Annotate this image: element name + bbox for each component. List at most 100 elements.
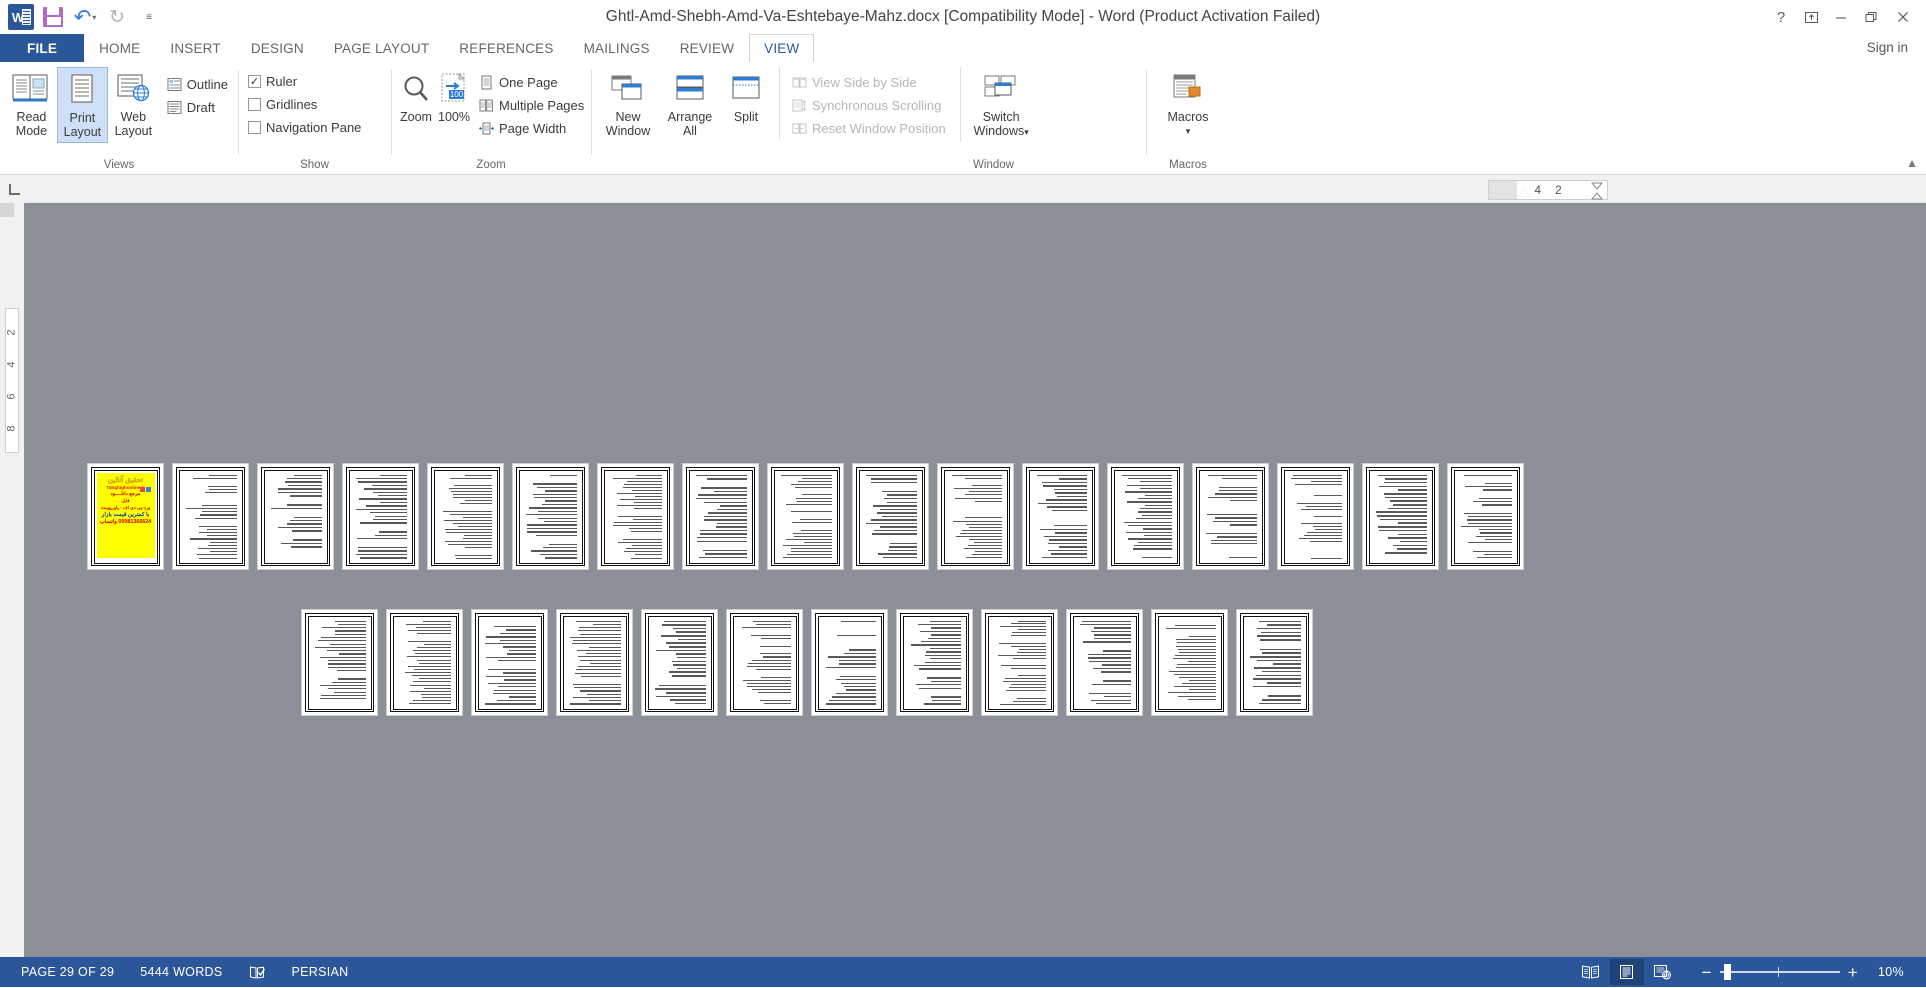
redo-icon[interactable]: ↻ [102, 3, 132, 31]
right-indent-marker[interactable] [1589, 182, 1605, 200]
close-icon[interactable] [1886, 2, 1920, 32]
page-thumbnail[interactable] [726, 609, 803, 716]
ruler-checkbox-box[interactable]: ✓ [248, 75, 261, 88]
page-thumbnail[interactable] [597, 463, 674, 570]
zoom-out-button[interactable]: − [1694, 964, 1720, 981]
save-icon[interactable] [38, 3, 68, 31]
page-thumbnail[interactable] [1022, 463, 1099, 570]
page-thumbnail[interactable] [556, 609, 633, 716]
page-thumbnail[interactable] [1447, 463, 1524, 570]
zoom-slider-handle[interactable] [1723, 964, 1731, 980]
switch-windows-button[interactable]: Switch Windows▾ [959, 67, 1038, 142]
page-thumbnail[interactable] [427, 463, 504, 570]
page-thumbnail-advertisement[interactable]: تحقیق آنلاین Tahghighonline.ir مرجع دانلــ… [87, 463, 164, 570]
sign-in-button[interactable]: Sign in [1857, 34, 1926, 62]
left-indent-marker[interactable] [1517, 189, 1531, 198]
tab-page-layout[interactable]: PAGE LAYOUT [319, 34, 444, 62]
page-thumbnail[interactable] [1192, 463, 1269, 570]
page-thumbnail[interactable] [386, 609, 463, 716]
collapse-ribbon-button[interactable]: ▲ [1906, 156, 1918, 170]
split-button[interactable]: Split [721, 67, 771, 127]
synchronous-scrolling-button[interactable]: Synchronous Scrolling [788, 94, 950, 117]
page-thumbnail[interactable] [1066, 609, 1143, 716]
macros-button[interactable]: Macros ▾ [1157, 67, 1219, 141]
page-width-button[interactable]: Page Width [475, 117, 588, 140]
page-indicator[interactable]: PAGE 29 OF 29 [8, 965, 127, 979]
zoom-100-button[interactable]: 100 100% [435, 67, 473, 127]
word-app-icon[interactable]: W [6, 3, 36, 31]
navigation-pane-checkbox[interactable]: Navigation Pane [244, 116, 365, 139]
undo-caret[interactable]: ▾ [92, 13, 96, 22]
page-thumbnail[interactable] [811, 609, 888, 716]
draft-button[interactable]: Draft [163, 96, 232, 119]
word-count[interactable]: 5444 WORDS [127, 965, 235, 979]
page-thumbnail[interactable] [1362, 463, 1439, 570]
page-thumbnail[interactable] [767, 463, 844, 570]
one-page-button[interactable]: One Page [475, 71, 588, 94]
customize-quick-access-icon[interactable]: ≡ [134, 3, 164, 31]
page-thumbnail[interactable] [641, 609, 718, 716]
zoom-in-button[interactable]: + [1840, 964, 1866, 981]
page-thumbnail[interactable] [1151, 609, 1228, 716]
web-layout-view-button[interactable] [1646, 959, 1680, 985]
multiple-pages-button[interactable]: Multiple Pages [475, 94, 588, 117]
tab-design[interactable]: DESIGN [236, 34, 319, 62]
document-canvas[interactable]: تحقیق آنلاین Tahghighonline.ir مرجع دانلــ… [24, 203, 1926, 957]
tab-mailings[interactable]: MAILINGS [569, 34, 665, 62]
gridlines-checkbox-box[interactable] [248, 98, 261, 111]
tab-view[interactable]: VIEW [749, 34, 815, 62]
page-thumbnail[interactable] [257, 463, 334, 570]
tab-home[interactable]: HOME [84, 34, 155, 62]
page-thumbnail[interactable] [471, 609, 548, 716]
page-thumbnail[interactable] [342, 463, 419, 570]
page-thumbnail[interactable] [301, 609, 378, 716]
switch-windows-caret[interactable]: ▾ [1024, 127, 1029, 137]
read-mode-view-button[interactable] [1574, 959, 1608, 985]
horizontal-ruler-scale[interactable]: 4 2 [1488, 180, 1608, 200]
zoom-slider[interactable]: − + 10% [1694, 964, 1918, 981]
print-layout-view-button[interactable] [1609, 959, 1644, 985]
tab-review[interactable]: REVIEW [665, 34, 749, 62]
macros-caret[interactable]: ▾ [1186, 124, 1191, 138]
page-thumbnail[interactable] [512, 463, 589, 570]
undo-icon[interactable]: ↶ ▾ [70, 3, 100, 31]
page-thumbnail[interactable] [1236, 609, 1313, 716]
page-thumbnail[interactable] [1107, 463, 1184, 570]
page-thumbnail[interactable] [896, 609, 973, 716]
page-thumbnail[interactable] [852, 463, 929, 570]
gridlines-checkbox[interactable]: Gridlines [244, 93, 321, 116]
language-indicator[interactable]: PERSIAN [279, 965, 362, 979]
web-layout-button[interactable]: Web Layout [108, 67, 159, 141]
ruler-label: Ruler [266, 74, 298, 89]
tab-insert[interactable]: INSERT [155, 34, 235, 62]
new-window-button[interactable]: New Window [597, 67, 659, 141]
reset-window-position-button[interactable]: Reset Window Position [788, 117, 950, 140]
page-thumbnail[interactable] [1277, 463, 1354, 570]
read-mode-button[interactable]: Read Mode [6, 67, 57, 141]
zoom-level-label[interactable]: 10% [1878, 965, 1912, 979]
proofing-errors-icon[interactable] [236, 965, 279, 980]
vertical-ruler-scroll-box[interactable] [0, 203, 14, 217]
tab-file[interactable]: FILE [0, 34, 85, 62]
outline-button[interactable]: Outline [163, 73, 232, 96]
ribbon-display-options-icon[interactable] [1796, 2, 1826, 32]
navigation-pane-checkbox-box[interactable] [248, 121, 261, 134]
ruler-checkbox[interactable]: ✓ Ruler [244, 70, 301, 93]
zoom-button[interactable]: Zoom [397, 67, 435, 127]
page-thumbnail[interactable] [172, 463, 249, 570]
horizontal-ruler[interactable]: 4 2 [28, 175, 1926, 202]
help-icon[interactable]: ? [1766, 2, 1796, 32]
zoom-slider-track[interactable] [1719, 964, 1840, 980]
page-thumbnail[interactable] [981, 609, 1058, 716]
left-tab-stop-icon[interactable] [0, 175, 28, 203]
arrange-all-button[interactable]: Arrange All [659, 67, 721, 141]
page-thumbnail[interactable] [937, 463, 1014, 570]
page-thumbnail[interactable] [682, 463, 759, 570]
view-side-by-side-button[interactable]: View Side by Side [788, 71, 950, 94]
page-text-line [1005, 678, 1046, 680]
vertical-ruler[interactable]: 2 4 6 8 [0, 203, 24, 957]
minimize-icon[interactable] [1826, 2, 1856, 32]
tab-references[interactable]: REFERENCES [444, 34, 568, 62]
print-layout-button[interactable]: Print Layout [56, 67, 108, 143]
restore-icon[interactable] [1856, 2, 1886, 32]
